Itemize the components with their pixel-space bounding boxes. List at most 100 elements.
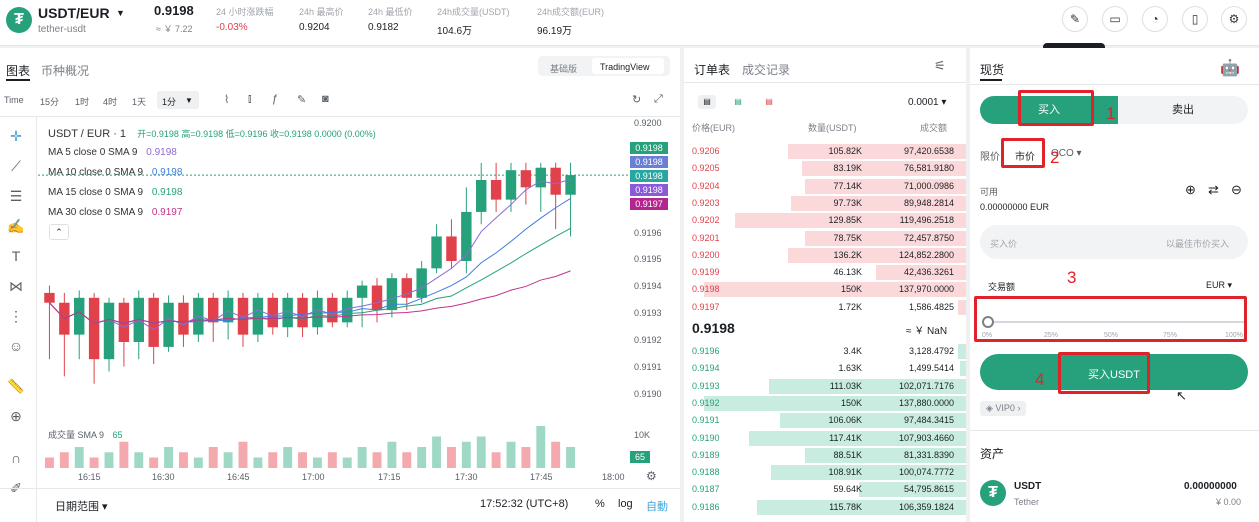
ask-row[interactable]: 0.9197 1.72K 1,586.4825 — [684, 299, 966, 315]
tab-trades[interactable]: 成交记录 — [742, 61, 790, 78]
pair-dropdown-icon[interactable]: ▼ — [116, 8, 125, 18]
ask-row[interactable]: 0.9202 129.85K 119,496.2518 — [684, 213, 966, 229]
row-qty: 150K — [840, 397, 862, 408]
camera-icon[interactable]: ◙ — [322, 93, 329, 105]
vip-badge[interactable]: ◈ VIP0 › — [980, 401, 1027, 416]
tf-1h[interactable]: 1时 — [75, 95, 89, 108]
tf-4h[interactable]: 4时 — [103, 95, 117, 108]
mode-tradingview[interactable]: TradingView — [600, 62, 650, 72]
mode-basic[interactable]: 基础版 — [550, 62, 577, 75]
row-total: 76,581.9180 — [903, 163, 954, 174]
deposit-icon[interactable]: ⊕ — [1185, 182, 1196, 198]
bid-row[interactable]: 0.9196 3.4K 3,128.4792 — [684, 344, 966, 359]
ask-row[interactable]: 0.9200 136.2K 124,852.2800 — [684, 247, 966, 263]
ticket-icon[interactable]: ▭ — [1102, 6, 1128, 32]
indicator-icon[interactable]: ⌇ — [224, 93, 229, 106]
candle-type-icon[interactable]: ⫾ — [248, 93, 252, 106]
brush-icon[interactable]: ✍ — [6, 218, 26, 238]
pencil-icon[interactable]: ✎ — [297, 93, 306, 106]
precision-select[interactable]: 0.0001 ▾ — [908, 97, 946, 108]
x-tick: 17:30 — [455, 472, 478, 482]
tf-1d[interactable]: 1天 — [132, 95, 146, 108]
tab-coin-overview[interactable]: 币种概况 — [41, 62, 89, 79]
magnet-icon[interactable]: ∩ — [6, 450, 26, 470]
bid-row[interactable]: 0.9193 111.03K 102,071.7176 — [684, 378, 966, 394]
row-qty: 115.78K — [829, 501, 862, 512]
candle-body — [88, 297, 100, 360]
chart-settings-icon[interactable]: ⚙ — [646, 469, 657, 483]
note-icon[interactable]: ✎ — [1062, 6, 1088, 32]
row-total: 81,331.8390 — [903, 449, 954, 460]
bid-row[interactable]: 0.9189 88.51K 81,331.8390 — [684, 447, 966, 463]
price-chart[interactable] — [38, 116, 628, 476]
row-price: 0.9204 — [692, 180, 720, 191]
log-toggle[interactable]: log — [618, 498, 633, 510]
book-view-asks-icon[interactable]: ▤ — [760, 95, 778, 109]
ask-row[interactable]: 0.9198 150K 137,970.0000 — [684, 282, 966, 298]
candle-body — [371, 285, 383, 311]
bid-row[interactable]: 0.9187 59.64K 54,795.8615 — [684, 482, 966, 498]
percent-toggle[interactable]: % — [595, 498, 605, 510]
fx-icon[interactable]: ƒ — [272, 93, 278, 105]
amount-unit-select[interactable]: EUR ▾ — [1206, 280, 1232, 291]
tf-1m[interactable]: 1分 — [162, 95, 176, 108]
book-icon[interactable]: ▯ — [1182, 6, 1208, 32]
text-tool-icon[interactable]: T — [6, 248, 26, 268]
row-total: 54,795.8615 — [903, 484, 954, 495]
fib-icon[interactable]: ☰ — [6, 188, 26, 208]
bid-row[interactable]: 0.9186 115.78K 106,359.1824 — [684, 499, 966, 515]
eraser-icon[interactable]: ✐ — [6, 480, 26, 500]
col-qty: 数量(USDT) — [808, 123, 857, 133]
trading-bot-icon[interactable]: 🤖 — [1220, 58, 1240, 78]
last-price: 0.9198 — [154, 3, 194, 18]
settings-icon[interactable]: ⚙ — [1221, 6, 1247, 32]
bid-row[interactable]: 0.9190 117.41K 107,903.4660 — [684, 430, 966, 446]
convert-icon[interactable]: ⊖ — [1231, 182, 1242, 198]
volume-bar — [476, 436, 486, 468]
emoji-icon[interactable]: ☺ — [6, 338, 26, 358]
annotation-4: 4 — [1035, 370, 1045, 389]
book-settings-icon[interactable]: ⚟ — [934, 58, 946, 74]
order-type-limit[interactable]: 限价 — [980, 148, 1000, 163]
tab-order-book[interactable]: 订单表 — [694, 61, 730, 78]
ask-row[interactable]: 0.9203 97.73K 89,948.2814 — [684, 195, 966, 211]
book-view-bids-icon[interactable]: ▤ — [729, 95, 747, 109]
book-view-both-icon[interactable]: ▤ — [698, 95, 716, 109]
volume-bar — [178, 452, 188, 468]
volume-bar — [491, 452, 501, 468]
pair-title[interactable]: USDT/EUR — [38, 5, 110, 21]
reset-icon[interactable]: ↻ — [632, 93, 641, 106]
tab-chart[interactable]: 图表 — [6, 62, 30, 79]
ask-row[interactable]: 0.9204 77.14K 71,000.0986 — [684, 178, 966, 194]
tf-time[interactable]: Time — [4, 95, 24, 105]
ask-row[interactable]: 0.9206 105.82K 97,420.6538 — [684, 144, 966, 159]
tf-15m[interactable]: 15分 — [40, 95, 59, 108]
sell-side-button[interactable]: 卖出 — [1118, 96, 1248, 124]
ask-row[interactable]: 0.9201 78.75K 72,457.8750 — [684, 230, 966, 246]
row-price: 0.9193 — [692, 380, 720, 391]
bell-icon[interactable]: ◔ — [1142, 6, 1168, 32]
bid-row[interactable]: 0.9188 108.91K 100,074.7772 — [684, 465, 966, 481]
asset-value: 0.00000000 — [1184, 481, 1237, 492]
fullscreen-icon[interactable]: ⤢ — [654, 93, 663, 106]
measure-lines-icon[interactable]: ⋮ — [6, 308, 26, 328]
pattern-icon[interactable]: ⋈ — [6, 278, 26, 298]
ask-row[interactable]: 0.9205 83.19K 76,581.9180 — [684, 161, 966, 177]
date-range-button[interactable]: 日期范围 ▾ — [55, 498, 108, 514]
trendline-icon[interactable]: ⟋ — [6, 158, 26, 178]
row-total: 119,496.2518 — [899, 215, 954, 226]
auto-toggle[interactable]: 自動 — [646, 498, 668, 514]
bid-row[interactable]: 0.9194 1.63K 1,499.5414 — [684, 361, 966, 377]
zoom-in-icon[interactable]: ⊕ — [6, 408, 26, 428]
bid-row[interactable]: 0.9191 106.06K 97,484.3415 — [684, 413, 966, 429]
stat-volume-value: 104.6万 — [437, 26, 473, 37]
crosshair-icon[interactable]: ✛ — [6, 128, 26, 148]
buy-price-input[interactable]: 买入价 以最佳市价买入 — [980, 225, 1248, 259]
y-tick: 0.9190 — [634, 389, 662, 399]
transfer-icon[interactable]: ⇄ — [1208, 182, 1219, 198]
tf-dropdown-icon[interactable]: ▼ — [185, 96, 193, 105]
ask-row[interactable]: 0.9199 46.13K 42,436.3261 — [684, 265, 966, 281]
ruler-icon[interactable]: 📏 — [6, 378, 26, 398]
volume-bar — [104, 452, 114, 468]
bid-row[interactable]: 0.9192 150K 137,880.0000 — [684, 395, 966, 411]
